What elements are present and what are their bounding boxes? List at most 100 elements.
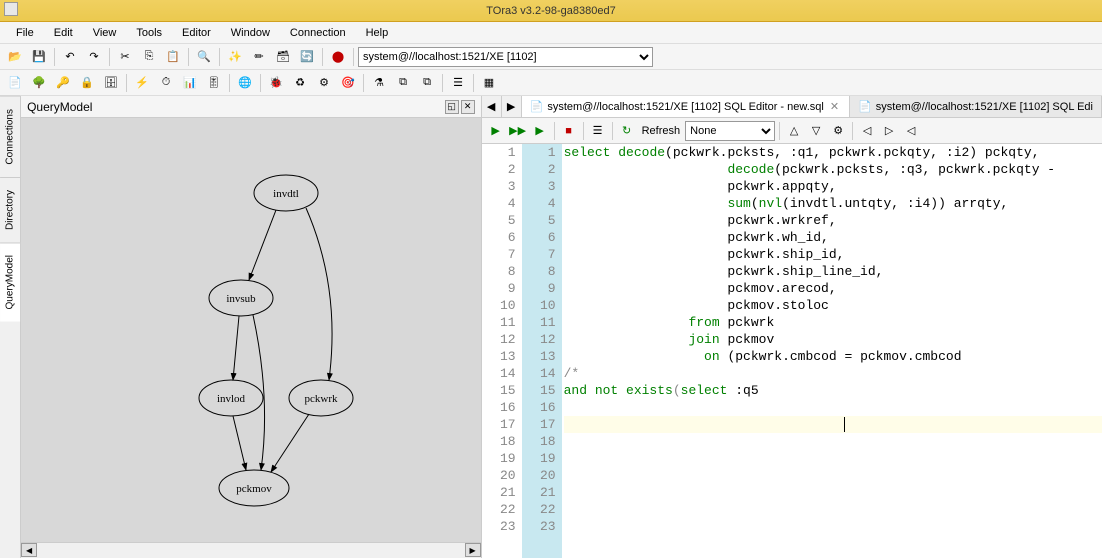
stop-icon[interactable]: ⬤ — [327, 46, 349, 68]
lightning-icon[interactable]: ⚡ — [131, 72, 153, 94]
doc-icon[interactable]: 📄 — [4, 72, 26, 94]
gutter-main: 1234567891011121314151617181920212223 — [482, 144, 522, 558]
window-title: TOra3 v3.2-98-ga8380ed7 — [486, 5, 615, 17]
scroll-left-icon[interactable]: ◀ — [21, 543, 37, 557]
refresh-label: Refresh — [639, 125, 684, 137]
edit-wand-icon[interactable]: ✏ — [248, 46, 270, 68]
window-minimize-icon[interactable] — [4, 2, 18, 16]
tab-close-icon[interactable]: ✕ — [828, 100, 841, 113]
open-icon[interactable]: 📂 — [4, 46, 26, 68]
menu-connection[interactable]: Connection — [282, 25, 354, 41]
doc-icon: 📄 — [858, 100, 872, 113]
node-invlod: invlod — [217, 393, 246, 405]
gear-icon[interactable]: ⚙ — [313, 72, 335, 94]
copy-icon[interactable]: ⎘ — [138, 46, 160, 68]
menu-view[interactable]: View — [85, 25, 125, 41]
target-icon[interactable]: 🎯 — [337, 72, 359, 94]
connection-select[interactable]: system@//localhost:1521/XE [1102] — [358, 47, 653, 67]
menu-window[interactable]: Window — [223, 25, 278, 41]
editor-tabs: ◀ ▶ 📄 system@//localhost:1521/XE [1102] … — [482, 96, 1102, 118]
menu-file[interactable]: File — [8, 25, 42, 41]
triangle-up-icon[interactable]: △ — [784, 121, 804, 141]
diagram-area[interactable]: invdtl invsub invlod pckwrk pckmov — [21, 118, 481, 542]
prev-icon[interactable]: ◁ — [857, 121, 877, 141]
main-content: Connections Directory QueryModel QueryMo… — [0, 96, 1102, 558]
sidetab-querymodel[interactable]: QueryModel — [0, 242, 20, 321]
tab-nav-left-icon[interactable]: ◀ — [482, 96, 502, 117]
run-icon[interactable]: ▶ — [486, 121, 506, 141]
chart-icon[interactable]: 📊 — [179, 72, 201, 94]
menu-edit[interactable]: Edit — [46, 25, 81, 41]
gutter-secondary: 1234567891011121314151617181920212223 — [522, 144, 562, 558]
search-icon[interactable]: 🔍 — [193, 46, 215, 68]
tab-nav-right-icon[interactable]: ▶ — [502, 96, 522, 117]
refresh-icon[interactable]: ↻ — [617, 121, 637, 141]
lock-icon[interactable]: 🔒 — [76, 72, 98, 94]
globe-icon[interactable]: 🌐 — [234, 72, 256, 94]
doc-icon: 📄 — [530, 100, 544, 113]
paste-icon[interactable]: 📋 — [162, 46, 184, 68]
tree-icon[interactable]: 🌳 — [28, 72, 50, 94]
recycle-icon[interactable]: ♻ — [289, 72, 311, 94]
redo-icon[interactable]: ↷ — [83, 46, 105, 68]
side-tabs: Connections Directory QueryModel — [0, 96, 21, 558]
secondary-toolbar: 📄 🌳 🔑 🔒 🗄 ⚡ ⏱ 📊 🎚 🌐 🐞 ♻ ⚙ 🎯 ⚗ ⧉ ⧉ ☰ ▦ — [0, 70, 1102, 96]
window-titlebar: TOra3 v3.2-98-ga8380ed7 — [0, 0, 1102, 22]
dup2-icon[interactable]: ⧉ — [416, 72, 438, 94]
edge-invlod-pckmov — [233, 416, 246, 470]
panel-float-icon[interactable]: ◱ — [445, 100, 459, 114]
menubar: File Edit View Tools Editor Window Conne… — [0, 22, 1102, 44]
wand-icon[interactable]: ✨ — [224, 46, 246, 68]
filter-icon[interactable]: ⚗ — [368, 72, 390, 94]
tab-sql-editor-1[interactable]: 📄 system@//localhost:1521/XE [1102] SQL … — [522, 96, 850, 117]
run-step-icon[interactable]: ▶▶ — [508, 121, 528, 141]
clock-icon[interactable]: ⏱ — [155, 72, 177, 94]
node-invdtl: invdtl — [273, 188, 299, 200]
menu-help[interactable]: Help — [358, 25, 397, 41]
bug-icon[interactable]: 🐞 — [265, 72, 287, 94]
node-pckmov: pckmov — [236, 483, 272, 495]
save-icon[interactable]: 💾 — [28, 46, 50, 68]
refresh-db-icon[interactable]: 🔄 — [296, 46, 318, 68]
edge-invsub-invlod — [233, 316, 239, 380]
panel-close-icon[interactable]: ✕ — [461, 100, 475, 114]
menu-tools[interactable]: Tools — [128, 25, 170, 41]
stop-icon[interactable]: ■ — [559, 121, 579, 141]
last-icon[interactable]: ◁ — [901, 121, 921, 141]
edge-pckwrk-pckmov — [271, 414, 309, 472]
diagram-svg: invdtl invsub invlod pckwrk pckmov — [21, 118, 481, 538]
grid-icon[interactable]: ▦ — [478, 72, 500, 94]
scrollbar-horizontal[interactable]: ◀ ▶ — [21, 542, 481, 558]
key-icon[interactable]: 🔑 — [52, 72, 74, 94]
editor-toolbar: ▶ ▶▶ ▶ ■ ☰ ↻ Refresh None △ ▽ ⚙ ◁ ▷ ◁ — [482, 118, 1102, 144]
code-editor[interactable]: 1234567891011121314151617181920212223 12… — [482, 144, 1102, 558]
db-icon[interactable]: 🗃 — [272, 46, 294, 68]
edge-invdtl-pckwrk — [306, 208, 332, 380]
code-body[interactable]: select decode(pckwrk.pcksts, :q1, pckwrk… — [562, 144, 1102, 558]
undo-icon[interactable]: ↶ — [59, 46, 81, 68]
plan-icon[interactable]: ☰ — [588, 121, 608, 141]
dup-icon[interactable]: ⧉ — [392, 72, 414, 94]
node-pckwrk: pckwrk — [305, 393, 338, 405]
gauge-icon[interactable]: 🎚 — [203, 72, 225, 94]
run-all-icon[interactable]: ▶ — [530, 121, 550, 141]
list-icon[interactable]: ☰ — [447, 72, 469, 94]
main-toolbar: 📂 💾 ↶ ↷ ✂ ⎘ 📋 🔍 ✨ ✏ 🗃 🔄 ⬤ system@//local… — [0, 44, 1102, 70]
node-invsub: invsub — [226, 293, 256, 305]
menu-editor[interactable]: Editor — [174, 25, 219, 41]
scroll-right-icon[interactable]: ▶ — [465, 543, 481, 557]
panel-header: QueryModel ◱ ✕ — [21, 96, 481, 118]
cut-icon[interactable]: ✂ — [114, 46, 136, 68]
settings-icon[interactable]: ⚙ — [828, 121, 848, 141]
triangle-down-icon[interactable]: ▽ — [806, 121, 826, 141]
panel-title: QueryModel — [27, 100, 445, 114]
refresh-select[interactable]: None — [685, 121, 775, 141]
cylinder-icon[interactable]: 🗄 — [100, 72, 122, 94]
sidetab-directory[interactable]: Directory — [0, 177, 20, 242]
sidetab-connections[interactable]: Connections — [0, 96, 20, 177]
querymodel-panel: QueryModel ◱ ✕ invdtl invsub invlod — [21, 96, 482, 558]
next-icon[interactable]: ▷ — [879, 121, 899, 141]
edge-invdtl-invsub — [249, 210, 276, 280]
editor-panel: ◀ ▶ 📄 system@//localhost:1521/XE [1102] … — [482, 96, 1102, 558]
tab-sql-editor-2[interactable]: 📄 system@//localhost:1521/XE [1102] SQL … — [850, 96, 1102, 117]
